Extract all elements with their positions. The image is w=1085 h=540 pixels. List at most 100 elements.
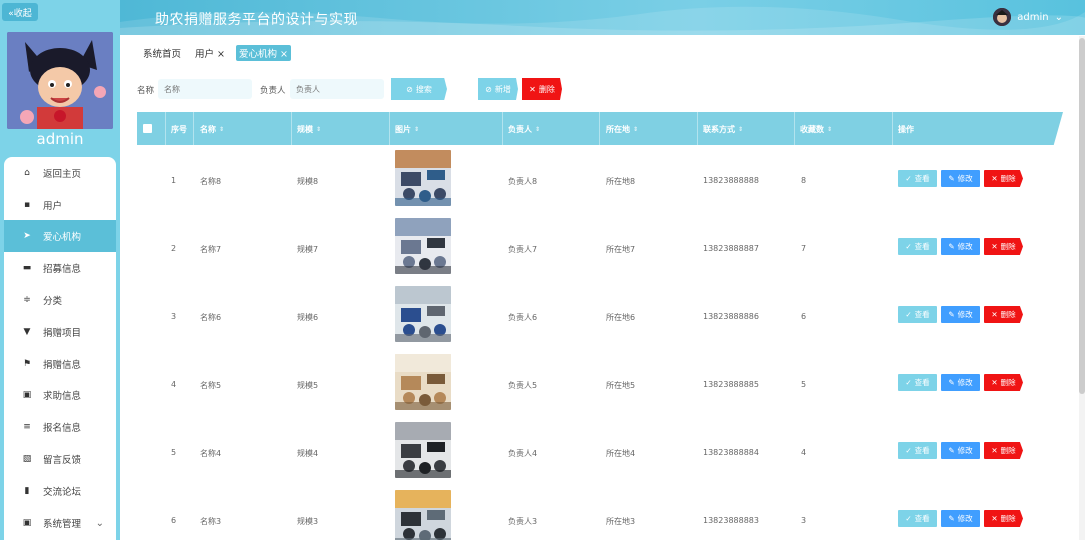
org-photo[interactable]: [395, 422, 451, 478]
user-menu[interactable]: admin ⌄: [993, 8, 1063, 26]
sidebar-item-label: 留言反馈: [43, 455, 82, 466]
search-icon: ⊘: [406, 84, 413, 94]
cell-owner: 负责人5: [508, 381, 538, 390]
view-button-label: 查看: [914, 242, 930, 251]
sidebar-item-recruitment[interactable]: ▬ 招募信息: [4, 252, 116, 284]
batch-delete-button[interactable]: ✕ 删除: [522, 78, 562, 100]
cell-scale: 规模5: [297, 381, 319, 390]
sidebar-item-forum[interactable]: ▮ 交流论坛: [4, 475, 116, 507]
row-delete-button[interactable]: ✕ 删除: [984, 510, 1023, 527]
add-button[interactable]: ⊘ 新增: [478, 78, 518, 100]
sort-icon: ⇕: [633, 126, 639, 133]
cell-phone: 13823888884: [703, 448, 759, 457]
edit-button[interactable]: ✎ 修改: [941, 374, 980, 391]
column-divider: [599, 112, 600, 145]
column-header-image[interactable]: 图片 ⇕: [395, 124, 419, 135]
owner-search-input[interactable]: [290, 79, 384, 99]
cell-index: 5: [171, 448, 177, 457]
edit-button[interactable]: ✎ 修改: [941, 442, 980, 459]
row-delete-button[interactable]: ✕ 删除: [984, 306, 1023, 323]
edit-button-label: 修改: [957, 242, 973, 251]
edit-button[interactable]: ✎ 修改: [941, 306, 980, 323]
close-icon: ✕: [991, 242, 998, 251]
sidebar-item-feedback[interactable]: ▧ 留言反馈: [4, 443, 116, 475]
settings-check-icon: ▣: [22, 518, 32, 528]
column-divider: [697, 112, 698, 145]
column-divider: [165, 112, 166, 145]
sidebar-item-home[interactable]: ⌂ 返回主页: [4, 157, 116, 189]
row-delete-button[interactable]: ✕ 删除: [984, 442, 1023, 459]
sidebar-item-help-info[interactable]: ▣ 求助信息: [4, 379, 116, 411]
sidebar-item-signup-info[interactable]: ≡ 报名信息: [4, 411, 116, 443]
sort-icon: ⇕: [414, 126, 420, 133]
edit-button[interactable]: ✎ 修改: [941, 170, 980, 187]
sidebar-item-label: 用户: [43, 201, 63, 212]
sidebar-item-label: 求助信息: [43, 391, 82, 402]
org-photo[interactable]: [395, 150, 451, 206]
search-button[interactable]: ⊘ 搜索: [391, 78, 447, 100]
tab-charity-orgs[interactable]: 爱心机构 ×: [236, 45, 291, 61]
edit-button[interactable]: ✎ 修改: [941, 510, 980, 527]
column-header-actions: 操作: [898, 124, 914, 135]
breadcrumb-tabs: 系统首页 用户 × 爱心机构 ×: [140, 45, 291, 61]
column-label: 操作: [898, 125, 914, 134]
cell-favorites: 4: [801, 448, 807, 457]
sidebar-item-donation-projects[interactable]: ▼ 捐赠项目: [4, 316, 116, 348]
column-label: 所在地: [606, 125, 630, 134]
sort-icon: ⇕: [827, 126, 833, 133]
org-photo[interactable]: [395, 354, 451, 410]
top-header: 助农捐赠服务平台的设计与实现 admin ⌄: [120, 0, 1085, 35]
avatar: [7, 32, 113, 129]
sidebar-item-donation-info[interactable]: ⚑ 捐赠信息: [4, 348, 116, 380]
sidebar-item-category[interactable]: ≑ 分类: [4, 284, 116, 316]
sidebar-item-system[interactable]: ▣ 系统管理 ⌄: [4, 507, 116, 539]
tab-users[interactable]: 用户 ×: [192, 45, 228, 61]
column-header-index[interactable]: 序号: [171, 124, 187, 135]
cell-favorites: 7: [801, 244, 807, 253]
view-button-label: 查看: [914, 174, 930, 183]
sort-icon: ⇕: [316, 126, 322, 133]
column-divider: [291, 112, 292, 145]
row-delete-button[interactable]: ✕ 删除: [984, 374, 1023, 391]
sliders-icon: ≑: [23, 295, 31, 305]
close-icon: ✕: [991, 514, 998, 523]
view-button[interactable]: ✓ 查看: [898, 170, 937, 187]
column-label: 名称: [200, 125, 216, 134]
select-all-checkbox[interactable]: [143, 124, 152, 133]
column-label: 负责人: [508, 125, 532, 134]
view-button[interactable]: ✓ 查看: [898, 238, 937, 255]
org-photo[interactable]: [395, 218, 451, 274]
column-header-location[interactable]: 所在地 ⇕: [606, 124, 638, 135]
column-header-name[interactable]: 名称 ⇕: [200, 124, 224, 135]
column-header-owner[interactable]: 负责人 ⇕: [508, 124, 540, 135]
cell-favorites: 6: [801, 312, 807, 321]
edit-icon: ▧: [22, 454, 32, 464]
cell-name: 名称3: [200, 517, 222, 526]
column-divider: [794, 112, 795, 145]
column-header-phone[interactable]: 联系方式 ⇕: [703, 124, 743, 135]
cell-owner: 负责人4: [508, 449, 538, 458]
column-header-scale[interactable]: 规模 ⇕: [297, 124, 321, 135]
column-header-favorites[interactable]: 收藏数 ⇕: [800, 124, 832, 135]
name-search-input[interactable]: [158, 79, 252, 99]
table-row: 4 名称5 规模5 负责人5 所在地5 13823888885 5 ✓ 查看 ✎…: [137, 350, 1063, 418]
view-button[interactable]: ✓ 查看: [898, 306, 937, 323]
view-button[interactable]: ✓ 查看: [898, 374, 937, 391]
view-button[interactable]: ✓ 查看: [898, 510, 937, 527]
row-delete-button[interactable]: ✕ 删除: [984, 238, 1023, 255]
edit-button[interactable]: ✎ 修改: [941, 238, 980, 255]
sidebar-item-charity-orgs[interactable]: ➤ 爱心机构: [4, 220, 116, 252]
tab-home[interactable]: 系统首页: [140, 45, 184, 61]
cell-location: 所在地6: [606, 313, 636, 322]
org-photo[interactable]: [395, 490, 451, 540]
org-photo[interactable]: [395, 286, 451, 342]
cell-location: 所在地4: [606, 449, 636, 458]
sidebar-item-users[interactable]: ▪ 用户: [4, 189, 116, 221]
collapse-label: «收起: [8, 8, 32, 19]
view-button[interactable]: ✓ 查看: [898, 442, 937, 459]
page-scrollbar-thumb[interactable]: [1079, 38, 1085, 394]
collapse-button[interactable]: «收起: [2, 3, 38, 21]
row-delete-button[interactable]: ✕ 删除: [984, 170, 1023, 187]
trophy-icon: ▼: [23, 327, 31, 337]
table-row: 3 名称6 规模6 负责人6 所在地6 13823888886 6 ✓ 查看 ✎…: [137, 282, 1063, 350]
